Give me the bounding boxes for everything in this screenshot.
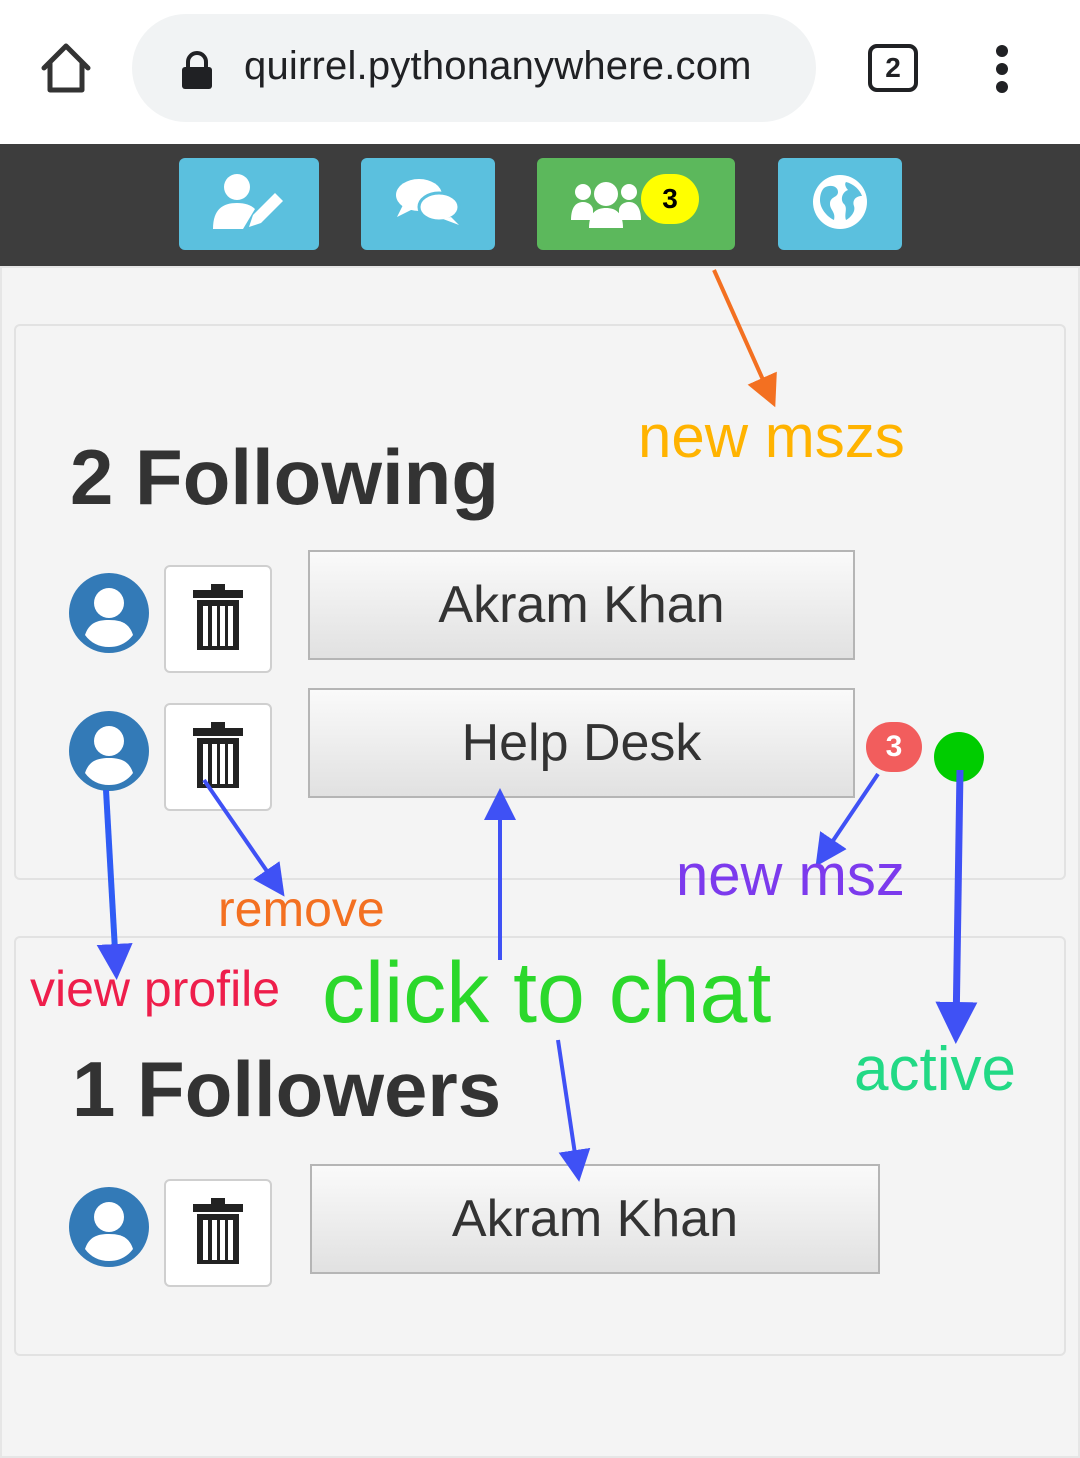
comments-icon bbox=[395, 177, 461, 232]
trash-icon bbox=[191, 1197, 245, 1269]
friends-button[interactable]: 3 bbox=[537, 158, 735, 250]
friends-badge: 3 bbox=[641, 174, 699, 224]
annotation-remove: remove bbox=[218, 881, 385, 937]
new-message-badge: 3 bbox=[866, 722, 922, 772]
home-icon[interactable] bbox=[36, 38, 96, 98]
more-vert-icon[interactable] bbox=[990, 44, 1014, 94]
chat-button-akram-khan-follower[interactable]: Akram Khan bbox=[310, 1164, 880, 1274]
address-bar[interactable]: quirrel.pythonanywhere.com bbox=[132, 14, 816, 122]
user-edit-icon bbox=[213, 173, 285, 236]
chat-button-akram-khan[interactable]: Akram Khan bbox=[308, 550, 855, 660]
browser-toolbar: quirrel.pythonanywhere.com 2 bbox=[0, 0, 1080, 144]
remove-button[interactable] bbox=[164, 703, 272, 811]
avatar-icon[interactable] bbox=[69, 711, 149, 791]
followers-heading: 1 Followers bbox=[72, 1045, 502, 1133]
trash-icon bbox=[191, 721, 245, 793]
annotation-new-mszs: new mszs bbox=[638, 403, 905, 470]
chats-button[interactable] bbox=[361, 158, 495, 250]
annotation-view-profile: view profile bbox=[30, 961, 281, 1017]
avatar-icon[interactable] bbox=[69, 573, 149, 653]
trash-icon bbox=[191, 583, 245, 655]
globe-icon bbox=[812, 174, 868, 235]
explore-button[interactable] bbox=[778, 158, 902, 250]
annotation-click-to-chat: click to chat bbox=[322, 945, 772, 1041]
avatar-icon[interactable] bbox=[69, 1187, 149, 1267]
users-icon bbox=[571, 180, 641, 233]
active-status-dot bbox=[934, 732, 984, 782]
chat-button-help-desk[interactable]: Help Desk bbox=[308, 688, 855, 798]
edit-profile-button[interactable] bbox=[179, 158, 319, 250]
annotation-new-msz: new msz bbox=[676, 843, 905, 908]
remove-button[interactable] bbox=[164, 565, 272, 673]
annotation-active: active bbox=[854, 1035, 1016, 1104]
url-text[interactable]: quirrel.pythonanywhere.com bbox=[244, 44, 752, 89]
lock-icon bbox=[180, 50, 214, 90]
tab-switcher-icon[interactable]: 2 bbox=[868, 44, 918, 92]
remove-button[interactable] bbox=[164, 1179, 272, 1287]
app-navbar: 3 bbox=[0, 144, 1080, 266]
following-heading: 2 Following bbox=[70, 433, 499, 521]
